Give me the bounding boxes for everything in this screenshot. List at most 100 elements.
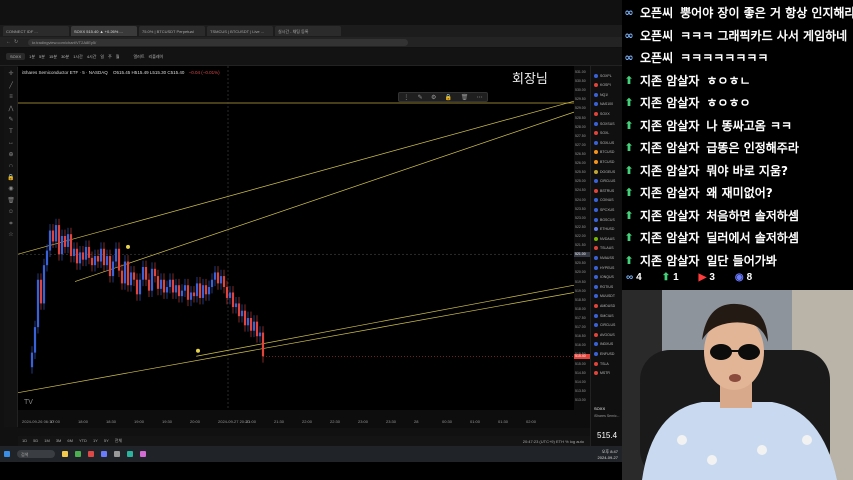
replay-button[interactable]: 리플레이 bbox=[149, 54, 164, 60]
watchlist-item[interactable]: DOGEUS bbox=[594, 168, 615, 175]
app-icon-red[interactable] bbox=[88, 451, 94, 457]
browser-tab[interactable]: 75.0% | BTCUSDT Perpetual bbox=[139, 26, 205, 36]
watchlist-item[interactable]: ETHUSD bbox=[594, 226, 614, 233]
watchlist-item[interactable]: CIRCLUS bbox=[594, 322, 615, 329]
trendline-icon[interactable]: ╱ bbox=[7, 83, 15, 89]
symbol-logo-icon bbox=[594, 131, 598, 136]
interval-button[interactable]: 주 bbox=[108, 54, 112, 60]
interval-button[interactable]: 15분 bbox=[49, 54, 57, 60]
app-icon-pink[interactable] bbox=[140, 451, 146, 457]
more-icon[interactable]: ⋯ bbox=[477, 94, 483, 101]
range-button[interactable]: 5D bbox=[33, 438, 38, 444]
price-axis[interactable]: 531.00 530.50 530.00 529.50 529.00 528.50 528.… bbox=[574, 66, 590, 410]
magnet-icon[interactable]: ∩ bbox=[7, 163, 15, 169]
lock-icon[interactable]: 🔒 bbox=[445, 94, 452, 101]
watchlist-item[interactable]: SOXPL bbox=[594, 72, 612, 79]
back-arrow-icon[interactable]: ← bbox=[6, 39, 11, 45]
browser-tab[interactable]: SOXX 515.40 ▲ +0.26% ... bbox=[71, 26, 137, 36]
streamer-illustration bbox=[622, 290, 853, 480]
lock-icon[interactable]: 🔒 bbox=[7, 175, 15, 181]
watchlist-item[interactable]: ENFUSD bbox=[594, 350, 614, 357]
candle-body bbox=[219, 276, 223, 284]
measure-icon[interactable]: ↔ bbox=[7, 140, 15, 146]
trash-icon[interactable]: 🗑 bbox=[461, 94, 469, 101]
interval-button[interactable]: 1시간 bbox=[73, 54, 83, 60]
watchlist-item[interactable]: BTCUSD bbox=[594, 158, 614, 165]
range-button[interactable]: 6M bbox=[67, 438, 73, 444]
app-icon-teal[interactable] bbox=[127, 451, 133, 457]
ruler-icon[interactable]: ⌗ bbox=[7, 221, 15, 227]
interval-button[interactable]: 월 bbox=[116, 54, 120, 60]
range-button[interactable]: 1M bbox=[44, 438, 50, 444]
drag-handle-icon[interactable]: ⋮ bbox=[403, 94, 409, 101]
watchlist-item[interactable]: SMCIUS bbox=[594, 312, 614, 319]
alert-button[interactable]: 얼러트 bbox=[133, 54, 144, 60]
watchlist-item[interactable]: BTCUSD bbox=[594, 149, 614, 156]
watchlist-item[interactable]: NAS100 bbox=[594, 101, 613, 108]
range-button[interactable]: YTD bbox=[79, 438, 87, 444]
crosshair-icon[interactable]: ✛ bbox=[7, 71, 15, 77]
interval-button[interactable]: 5분 bbox=[39, 54, 45, 60]
interval-button[interactable]: 1분 bbox=[29, 54, 35, 60]
watchlist-item[interactable]: NVDAUS bbox=[594, 235, 615, 242]
interval-button[interactable]: 일 bbox=[100, 54, 104, 60]
watchlist-item[interactable]: INDXUS bbox=[594, 341, 613, 348]
browser-tab[interactable]: CONNECT IDF ... bbox=[3, 26, 69, 36]
range-button[interactable]: 1Y bbox=[93, 438, 98, 444]
watchlist-item[interactable]: HYPEUS bbox=[594, 264, 614, 271]
app-icon-blue[interactable] bbox=[101, 451, 107, 457]
watchlist-item[interactable]: AMDUSD bbox=[594, 302, 615, 309]
range-button[interactable]: 5Y bbox=[104, 438, 109, 444]
reload-icon[interactable]: ↻ bbox=[14, 39, 18, 45]
brush-icon[interactable]: ✎ bbox=[7, 117, 15, 123]
watchlist-item[interactable]: SPCXUS bbox=[594, 206, 614, 213]
fib-icon[interactable]: ≡ bbox=[7, 94, 15, 100]
taskbar-search[interactable]: 검색 bbox=[17, 450, 55, 458]
candle-body bbox=[159, 279, 163, 289]
watchlist-item[interactable]: BGSCUS bbox=[594, 216, 615, 223]
watchlist-item[interactable]: COINUS bbox=[594, 197, 614, 204]
symbol-search-button[interactable]: SOXX bbox=[6, 53, 26, 60]
emoji-icon[interactable]: ☺ bbox=[7, 209, 15, 215]
text-icon[interactable]: T bbox=[7, 129, 15, 135]
watchlist-item[interactable]: AVGOUS bbox=[594, 331, 615, 338]
favorite-icon[interactable]: ☆ bbox=[7, 232, 15, 238]
watchlist-item[interactable]: SOXX bbox=[594, 110, 610, 117]
watchlist-item[interactable]: SOXL bbox=[594, 130, 609, 137]
range-button[interactable]: 1D bbox=[22, 438, 27, 444]
taskbar-clock[interactable]: 오후 8:47 2024-09-27 bbox=[598, 449, 618, 460]
watchlist-item[interactable]: NVAUSS bbox=[594, 254, 614, 261]
watchlist-item[interactable]: MSTR bbox=[594, 370, 610, 377]
eye-icon[interactable]: ◉ bbox=[7, 186, 15, 192]
candle-body bbox=[87, 246, 91, 258]
watchlist-item[interactable]: KOSPI bbox=[594, 82, 611, 89]
watchlist-item[interactable]: CIRCLUS bbox=[594, 178, 615, 185]
trash-icon[interactable]: 🗑 bbox=[7, 198, 15, 204]
interval-button[interactable]: 4시간 bbox=[87, 54, 97, 60]
settings-gear-icon[interactable]: ⚙ bbox=[431, 94, 436, 101]
watchlist-item[interactable]: SOXSUS bbox=[594, 120, 615, 127]
range-button[interactable]: 3M bbox=[56, 438, 62, 444]
watchlist-item[interactable]: TSLA bbox=[594, 360, 609, 367]
watchlist-item[interactable]: NQ1! bbox=[594, 91, 608, 98]
watchlist-item[interactable]: RGTIUS bbox=[594, 283, 613, 290]
browser-tab[interactable]: TSMCUS | BTCUSDT | Live ... bbox=[207, 26, 273, 36]
watchlist-item[interactable]: SOXLUS bbox=[594, 139, 614, 146]
price-chart[interactable]: TV iShares Semiconductor ETF · 5 · NASDA… bbox=[17, 66, 575, 410]
chrome-icon[interactable] bbox=[75, 451, 81, 457]
time-axis[interactable]: 2024-09-26 06:10 17:00 18:00 18:30 19:00 19:3… bbox=[18, 410, 590, 428]
folder-icon[interactable] bbox=[62, 451, 68, 457]
watchlist-item[interactable]: BSTRUS bbox=[594, 187, 614, 194]
zoom-icon[interactable]: ⊕ bbox=[7, 152, 15, 158]
line-color-icon[interactable]: ✎ bbox=[418, 94, 423, 101]
watchlist-item[interactable]: IONQUS bbox=[594, 274, 614, 281]
watchlist-item[interactable]: TSLAUS bbox=[594, 245, 614, 252]
range-button[interactable]: 전체 bbox=[115, 438, 122, 444]
app-icon-gray[interactable] bbox=[114, 451, 120, 457]
interval-button[interactable]: 30분 bbox=[61, 54, 69, 60]
url-field[interactable]: kr.tradingview.com/chart/VT2A8Ey5/ bbox=[28, 38, 408, 46]
browser-tab[interactable]: 실시간 - 채팅 등록 bbox=[275, 26, 341, 36]
pattern-icon[interactable]: ⋀ bbox=[7, 106, 15, 112]
watchlist-item[interactable]: MUUSDT bbox=[594, 293, 615, 300]
windows-start-icon[interactable] bbox=[4, 451, 10, 457]
